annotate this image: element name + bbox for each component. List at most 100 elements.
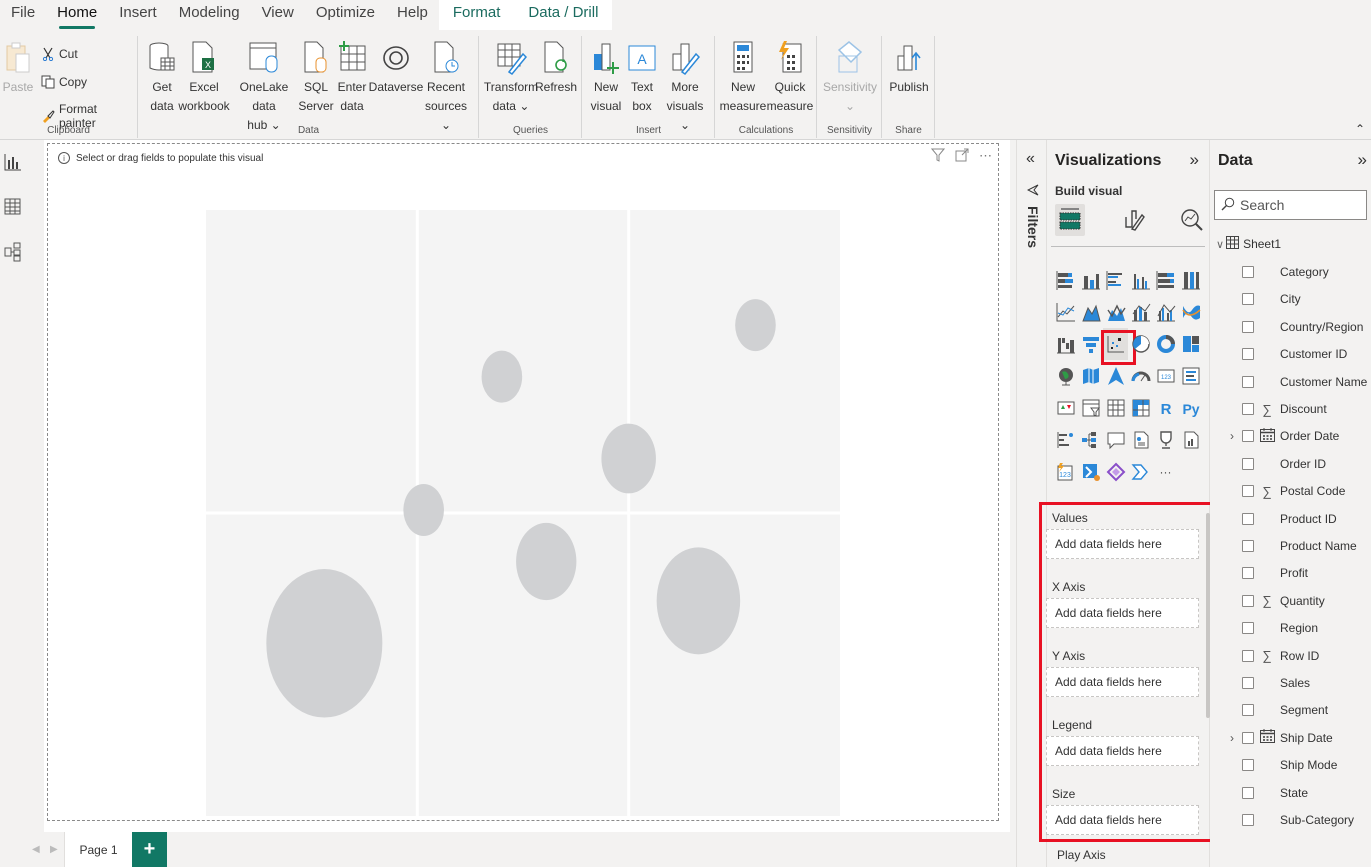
visual-type-more[interactable]: ··· — [1153, 456, 1178, 488]
field-city[interactable]: City — [1230, 289, 1301, 309]
filters-label[interactable]: Filters — [1025, 206, 1041, 248]
visual-type-map[interactable] — [1053, 360, 1078, 392]
field-checkbox[interactable] — [1242, 430, 1254, 443]
tab-help[interactable]: Help — [386, 0, 439, 30]
visual-type-matrix[interactable] — [1128, 392, 1153, 424]
field-checkbox[interactable] — [1242, 348, 1254, 361]
data-search-input[interactable]: Search — [1214, 190, 1367, 220]
visual-type-goals[interactable] — [1153, 424, 1178, 456]
field-segment[interactable]: Segment — [1230, 700, 1328, 720]
onelake-data-hub-button[interactable]: OneLake data hub ⌄ — [231, 40, 297, 135]
field-profit[interactable]: Profit — [1230, 563, 1308, 583]
field-checkbox[interactable] — [1242, 649, 1254, 662]
table-sheet1[interactable]: ∨ Sheet1 — [1216, 236, 1281, 252]
visual-type-clustered-bar[interactable] — [1103, 264, 1128, 296]
field-checkbox[interactable] — [1242, 594, 1254, 607]
tab-data-drill[interactable]: Data / Drill — [514, 0, 613, 30]
excel-workbook-button[interactable]: X Excel workbook — [178, 40, 230, 116]
visual-type-pie[interactable] — [1128, 328, 1153, 360]
visual-type-100-stacked-bar[interactable] — [1153, 264, 1178, 296]
new-measure-button[interactable]: New measure — [720, 40, 766, 116]
chevron-right-icon[interactable]: › — [1230, 429, 1242, 443]
visual-type-gauge[interactable] — [1128, 360, 1153, 392]
format-visual-tab[interactable] — [1119, 204, 1149, 236]
build-visual-tab[interactable] — [1055, 204, 1085, 236]
visual-type-slicer[interactable] — [1078, 392, 1103, 424]
field-checkbox[interactable] — [1242, 293, 1254, 306]
visual-type-power-automate[interactable] — [1078, 456, 1103, 488]
visual-type-stacked-bar[interactable] — [1053, 264, 1078, 296]
page-tab-1[interactable]: Page 1 — [64, 832, 132, 867]
field-product-name[interactable]: Product Name — [1230, 536, 1357, 556]
tab-view[interactable]: View — [251, 0, 305, 30]
field-checkbox[interactable] — [1242, 540, 1254, 552]
dataverse-button[interactable]: Dataverse — [369, 40, 423, 116]
tab-modeling[interactable]: Modeling — [168, 0, 251, 30]
visual-type-multi-row-card[interactable] — [1178, 360, 1203, 392]
visual-type-kpi[interactable] — [1053, 392, 1078, 424]
text-box-button[interactable]: A Text box — [625, 40, 659, 116]
field-checkbox[interactable] — [1242, 512, 1254, 525]
field-checkbox[interactable] — [1242, 731, 1254, 744]
visual-type-line-clustered-column[interactable] — [1153, 296, 1178, 328]
next-page-arrow-icon[interactable]: ▶ — [50, 844, 58, 855]
field-ship-date[interactable]: › Ship Date — [1230, 728, 1333, 748]
field-checkbox[interactable] — [1242, 786, 1254, 799]
y-axis-well-dropzone[interactable]: Add data fields here — [1046, 667, 1199, 697]
field-order-id[interactable]: Order ID — [1230, 454, 1326, 474]
prev-page-arrow-icon[interactable]: ◀ — [32, 844, 40, 855]
field-checkbox[interactable] — [1242, 759, 1254, 772]
field-postal-code[interactable]: ∑ Postal Code — [1230, 481, 1345, 501]
field-checkbox[interactable] — [1242, 814, 1254, 826]
visual-type-ribbon[interactable] — [1178, 296, 1203, 328]
field-order-date[interactable]: › Order Date — [1230, 426, 1339, 446]
visual-type-qa[interactable] — [1103, 424, 1128, 456]
visual-type-area[interactable] — [1078, 296, 1103, 328]
tab-format[interactable]: Format — [438, 0, 515, 30]
visual-type-treemap[interactable] — [1178, 328, 1203, 360]
publish-button[interactable]: Publish — [887, 40, 931, 116]
visual-type-fabric[interactable] — [1103, 456, 1128, 488]
field-checkbox[interactable] — [1242, 457, 1254, 470]
tab-insert[interactable]: Insert — [108, 0, 168, 30]
collapse-ribbon-chevron-up-icon[interactable]: ⌃ — [1355, 122, 1365, 136]
visual-type-line[interactable] — [1053, 296, 1078, 328]
field-checkbox[interactable] — [1242, 677, 1254, 689]
size-well-dropzone[interactable]: Add data fields here — [1046, 805, 1199, 835]
transform-data-button[interactable]: Transform data ⌄ — [484, 40, 538, 116]
collapse-visualizations-chevron-icon[interactable]: » — [1190, 150, 1199, 170]
field-product-id[interactable]: Product ID — [1230, 509, 1337, 529]
visual-type-power-apps[interactable]: 123 — [1053, 456, 1078, 488]
field-checkbox[interactable] — [1242, 567, 1254, 580]
visual-type-r-visual[interactable]: R — [1153, 392, 1178, 424]
model-view-icon[interactable] — [3, 242, 23, 262]
copy-button[interactable]: Copy — [40, 74, 87, 90]
sensitivity-button[interactable]: Sensitivity ⌄ — [822, 40, 878, 116]
scatter-visual-placeholder[interactable]: i Select or drag fields to populate this… — [47, 143, 999, 821]
values-well-dropzone[interactable]: Add data fields here — [1046, 529, 1199, 559]
tab-optimize[interactable]: Optimize — [305, 0, 386, 30]
field-checkbox[interactable] — [1242, 485, 1254, 498]
field-checkbox[interactable] — [1242, 622, 1254, 635]
more-visuals-button[interactable]: More visuals ⌄ — [661, 40, 709, 135]
recent-sources-button[interactable]: Recent sources ⌄ — [423, 40, 469, 135]
field-sales[interactable]: Sales — [1230, 673, 1310, 693]
tab-home[interactable]: Home — [46, 0, 108, 30]
report-view-icon[interactable] — [3, 152, 23, 172]
expand-filters-chevron-icon[interactable]: « — [1026, 150, 1035, 168]
visual-type-stacked-column[interactable] — [1078, 264, 1103, 296]
new-visual-button[interactable]: New visual — [589, 40, 623, 116]
more-options-icon[interactable]: ⋯ — [979, 148, 992, 165]
visual-type-paginated-report[interactable] — [1178, 424, 1203, 456]
field-discount[interactable]: ∑ Discount — [1230, 399, 1327, 419]
table-view-icon[interactable] — [3, 197, 23, 217]
field-checkbox[interactable] — [1242, 320, 1254, 333]
x-axis-well-dropzone[interactable]: Add data fields here — [1046, 598, 1199, 628]
focus-mode-icon[interactable] — [955, 148, 969, 165]
quick-measure-button[interactable]: Quick measure — [766, 40, 814, 116]
visual-type-narrative[interactable] — [1128, 456, 1153, 488]
cut-button[interactable]: Cut — [40, 46, 78, 62]
visual-type-filled-map[interactable] — [1078, 360, 1103, 392]
visual-type-card[interactable]: 123 — [1153, 360, 1178, 392]
field-row-id[interactable]: ∑ Row ID — [1230, 646, 1319, 666]
